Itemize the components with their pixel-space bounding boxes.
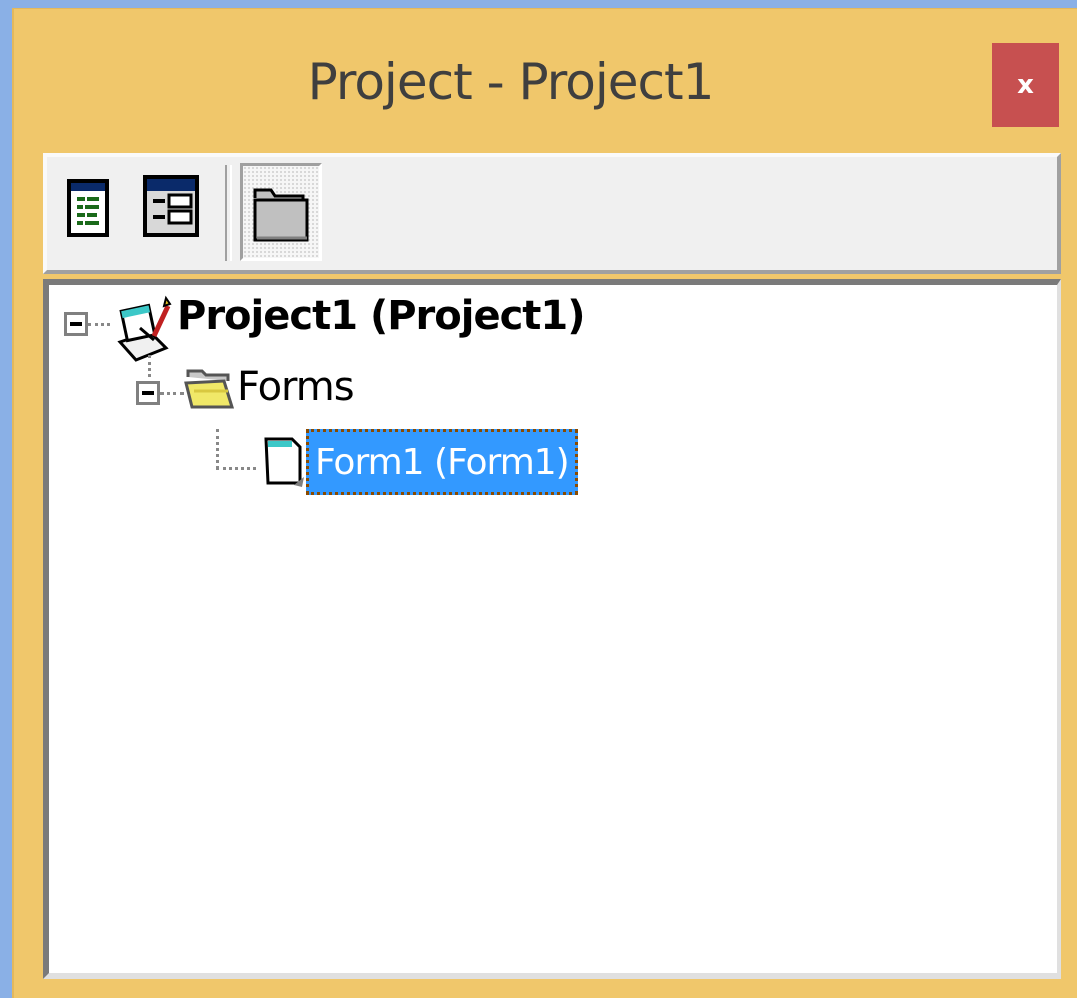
tree-connector (216, 429, 219, 469)
close-icon: x (1017, 70, 1034, 100)
toolbar (43, 153, 1061, 274)
project-icon (117, 295, 172, 362)
forms-folder-label[interactable]: Forms (237, 364, 355, 410)
folder-icon (253, 188, 309, 242)
toolbar-separator (225, 165, 232, 261)
window-title: Project - Project1 (307, 53, 715, 111)
tree-connector (88, 323, 110, 326)
project-explorer-window: Project - Project1 x Project1 (Project1)… (12, 8, 1077, 998)
project-collapse-toggle[interactable] (64, 312, 88, 336)
tree-connector (160, 392, 184, 395)
tree-connector (148, 355, 151, 377)
project-node-label[interactable]: Project1 (Project1) (177, 293, 586, 339)
title-bar[interactable]: Project - Project1 x (14, 9, 1077, 149)
view-object-button[interactable] (143, 175, 199, 237)
view-code-button[interactable] (67, 179, 109, 237)
form-icon (264, 437, 304, 487)
forms-collapse-toggle[interactable] (136, 381, 160, 405)
view-object-icon (143, 175, 199, 237)
toggle-folders-button[interactable] (240, 163, 322, 261)
close-button[interactable]: x (992, 43, 1059, 127)
tree-connector (216, 467, 256, 470)
form-node-label[interactable]: Form1 (Form1) (306, 429, 578, 495)
open-folder-icon (184, 369, 234, 409)
view-code-icon (67, 179, 109, 237)
